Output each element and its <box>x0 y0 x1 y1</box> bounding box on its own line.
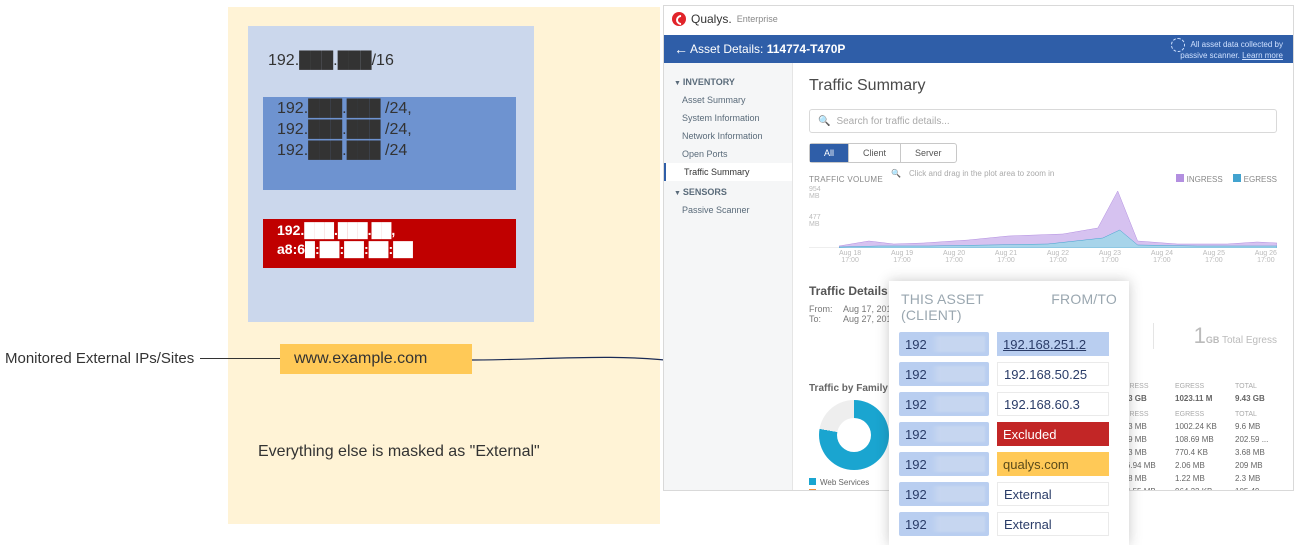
overlay-fromto-cell[interactable]: 192.168.251.2 <box>997 332 1109 356</box>
x-tick: Aug 2317:00 <box>1099 250 1121 264</box>
passive-icon <box>1171 38 1185 52</box>
pill-all[interactable]: All <box>810 144 849 162</box>
overlay-fromto-cell[interactable]: External <box>997 512 1109 536</box>
passive-scan-note: All asset data collected by passive scan… <box>1171 38 1283 61</box>
nav-passive-scanner[interactable]: Passive Scanner <box>664 201 792 219</box>
traffic-volume-chart[interactable]: 954MB 477MB <box>809 186 1277 248</box>
learn-more-link[interactable]: Learn more <box>1242 51 1283 60</box>
nav-section-sensors[interactable]: SENSORS <box>664 181 792 201</box>
subnet-row: 192.███.███ /24 <box>263 139 516 160</box>
subnet-row: 192.███.███ /24, <box>263 118 516 139</box>
overlay-fromto-cell[interactable]: qualys.com <box>997 452 1109 476</box>
overlay-col-asset: THIS ASSET (CLIENT) <box>901 291 1039 323</box>
zoom-icon: 🔍 <box>891 169 901 178</box>
x-tick: Aug 2517:00 <box>1203 250 1225 264</box>
overlay-asset-cell: 192 <box>899 332 989 356</box>
pill-server[interactable]: Server <box>901 144 956 162</box>
nav-asset-summary[interactable]: Asset Summary <box>664 91 792 109</box>
overlay-row[interactable]: 192 qualys.com <box>889 449 1129 479</box>
overlay-asset-cell: 192 <box>899 422 989 446</box>
overlay-fromto-cell[interactable]: 192.168.60.3 <box>997 392 1109 416</box>
x-tick: Aug 2017:00 <box>943 250 965 264</box>
overlay-row[interactable]: 192 192.168.60.3 <box>889 389 1129 419</box>
page-title: Traffic Summary <box>809 77 1277 95</box>
table-row: 1.08 MB1.22 MB2.3 MB <box>1117 472 1277 485</box>
header-title: Asset Details: 114774-T470P <box>690 42 845 56</box>
x-tick: Aug 2417:00 <box>1151 250 1173 264</box>
brand-suite: Enterprise <box>737 14 778 24</box>
nav-traffic-summary[interactable]: Traffic Summary <box>664 163 792 181</box>
asset-header: ← Asset Details: 114774-T470P All asset … <box>664 35 1293 63</box>
monitored-site-box: www.example.com <box>280 344 472 374</box>
overlay-asset-cell: 192 <box>899 392 989 416</box>
filter-pills: All Client Server <box>809 143 957 163</box>
back-arrow-icon[interactable]: ← <box>674 41 690 57</box>
subnet-row: 192.███.███ /24, <box>263 97 516 118</box>
side-nav: INVENTORY Asset Summary System Informati… <box>664 63 793 490</box>
overlay-row[interactable]: 192 Excluded <box>889 419 1129 449</box>
overlay-row[interactable]: 192 External <box>889 509 1129 539</box>
masked-note: Everything else is masked as "External" <box>258 443 540 461</box>
x-tick: Aug 2117:00 <box>995 250 1017 264</box>
overlay-row[interactable]: 192 External <box>889 479 1129 509</box>
legend-egress: EGRESS <box>1233 174 1277 184</box>
search-input[interactable]: 🔍 Search for traffic details... <box>809 109 1277 133</box>
overlay-col-fromto: FROM/TO <box>1051 291 1117 323</box>
search-icon: 🔍 <box>818 116 830 127</box>
nav-section-inventory[interactable]: INVENTORY <box>664 71 792 91</box>
brand-name: Qualys. <box>691 12 732 26</box>
total-egress: 1GB Total Egress <box>1194 323 1277 349</box>
internal-subnets-box: 192.███.███ /24, 192.███.███ /24, 192.██… <box>263 97 516 190</box>
monitored-site-text: www.example.com <box>294 350 427 368</box>
nav-system-info[interactable]: System Information <box>664 109 792 127</box>
family-donut-chart[interactable] <box>819 400 889 470</box>
overlay-asset-cell: 192 <box>899 482 989 506</box>
from-to-overlay: THIS ASSET (CLIENT) FROM/TO 192 192.168.2… <box>889 281 1129 545</box>
traffic-volume-hint: Click and drag in the plot area to zoom … <box>909 169 1054 178</box>
connector-line <box>200 358 280 359</box>
overlay-row[interactable]: 192 192.168.50.25 <box>889 359 1129 389</box>
nav-network-info[interactable]: Network Information <box>664 127 792 145</box>
traffic-volume-title: TRAFFIC VOLUME <box>809 175 883 184</box>
excluded-mac: a8:6█:██:██:██:██ <box>263 238 516 257</box>
overlay-asset-cell: 192 <box>899 512 989 536</box>
totals-table: INGRESSEGRESSTOTAL 9.43 GB1023.11 M9.43 … <box>1117 383 1277 490</box>
excluded-ip: 192.███.███.██, <box>263 219 516 238</box>
brand: Qualys. Enterprise <box>672 12 778 26</box>
table-row: 206.94 MB2.06 MB209 MB <box>1117 459 1277 472</box>
table-row: 93.9 MB108.69 MB202.59 ... <box>1117 433 1277 446</box>
overlay-asset-cell: 192 <box>899 362 989 386</box>
cidr-16: 192.███.███/16 <box>268 52 394 70</box>
overlay-fromto-cell[interactable]: 192.168.50.25 <box>997 362 1109 386</box>
overlay-asset-cell: 192 <box>899 452 989 476</box>
y-tick: 477MB <box>809 214 821 228</box>
x-axis: Aug 1817:00 Aug 1917:00 Aug 2017:00 Aug 211… <box>839 250 1277 264</box>
x-tick: Aug 1817:00 <box>839 250 861 264</box>
x-tick: Aug 1917:00 <box>891 250 913 264</box>
x-tick: Aug 2217:00 <box>1047 250 1069 264</box>
search-placeholder: Search for traffic details... <box>836 116 949 127</box>
monitored-sites-label: Monitored External IPs/Sites <box>5 350 194 367</box>
excluded-box: 192.███.███.██, a8:6█:██:██:██:██ <box>263 219 516 268</box>
table-row: 9.63 MB1002.24 KB9.6 MB <box>1117 420 1277 433</box>
qualys-logo-icon <box>672 12 686 26</box>
x-tick: Aug 2617:00 <box>1255 250 1277 264</box>
overlay-fromto-cell[interactable]: External <box>997 482 1109 506</box>
table-row: 104.55 MB964.22 KB105.49 ... <box>1117 485 1277 490</box>
overlay-row[interactable]: 192 192.168.251.2 <box>889 329 1129 359</box>
y-tick: 954MB <box>809 186 821 200</box>
legend-ingress: INGRESS <box>1176 174 1223 184</box>
table-row: 2.93 MB770.4 KB3.68 MB <box>1117 446 1277 459</box>
pill-client[interactable]: Client <box>849 144 901 162</box>
nav-open-ports[interactable]: Open Ports <box>664 145 792 163</box>
overlay-fromto-cell[interactable]: Excluded <box>997 422 1109 446</box>
